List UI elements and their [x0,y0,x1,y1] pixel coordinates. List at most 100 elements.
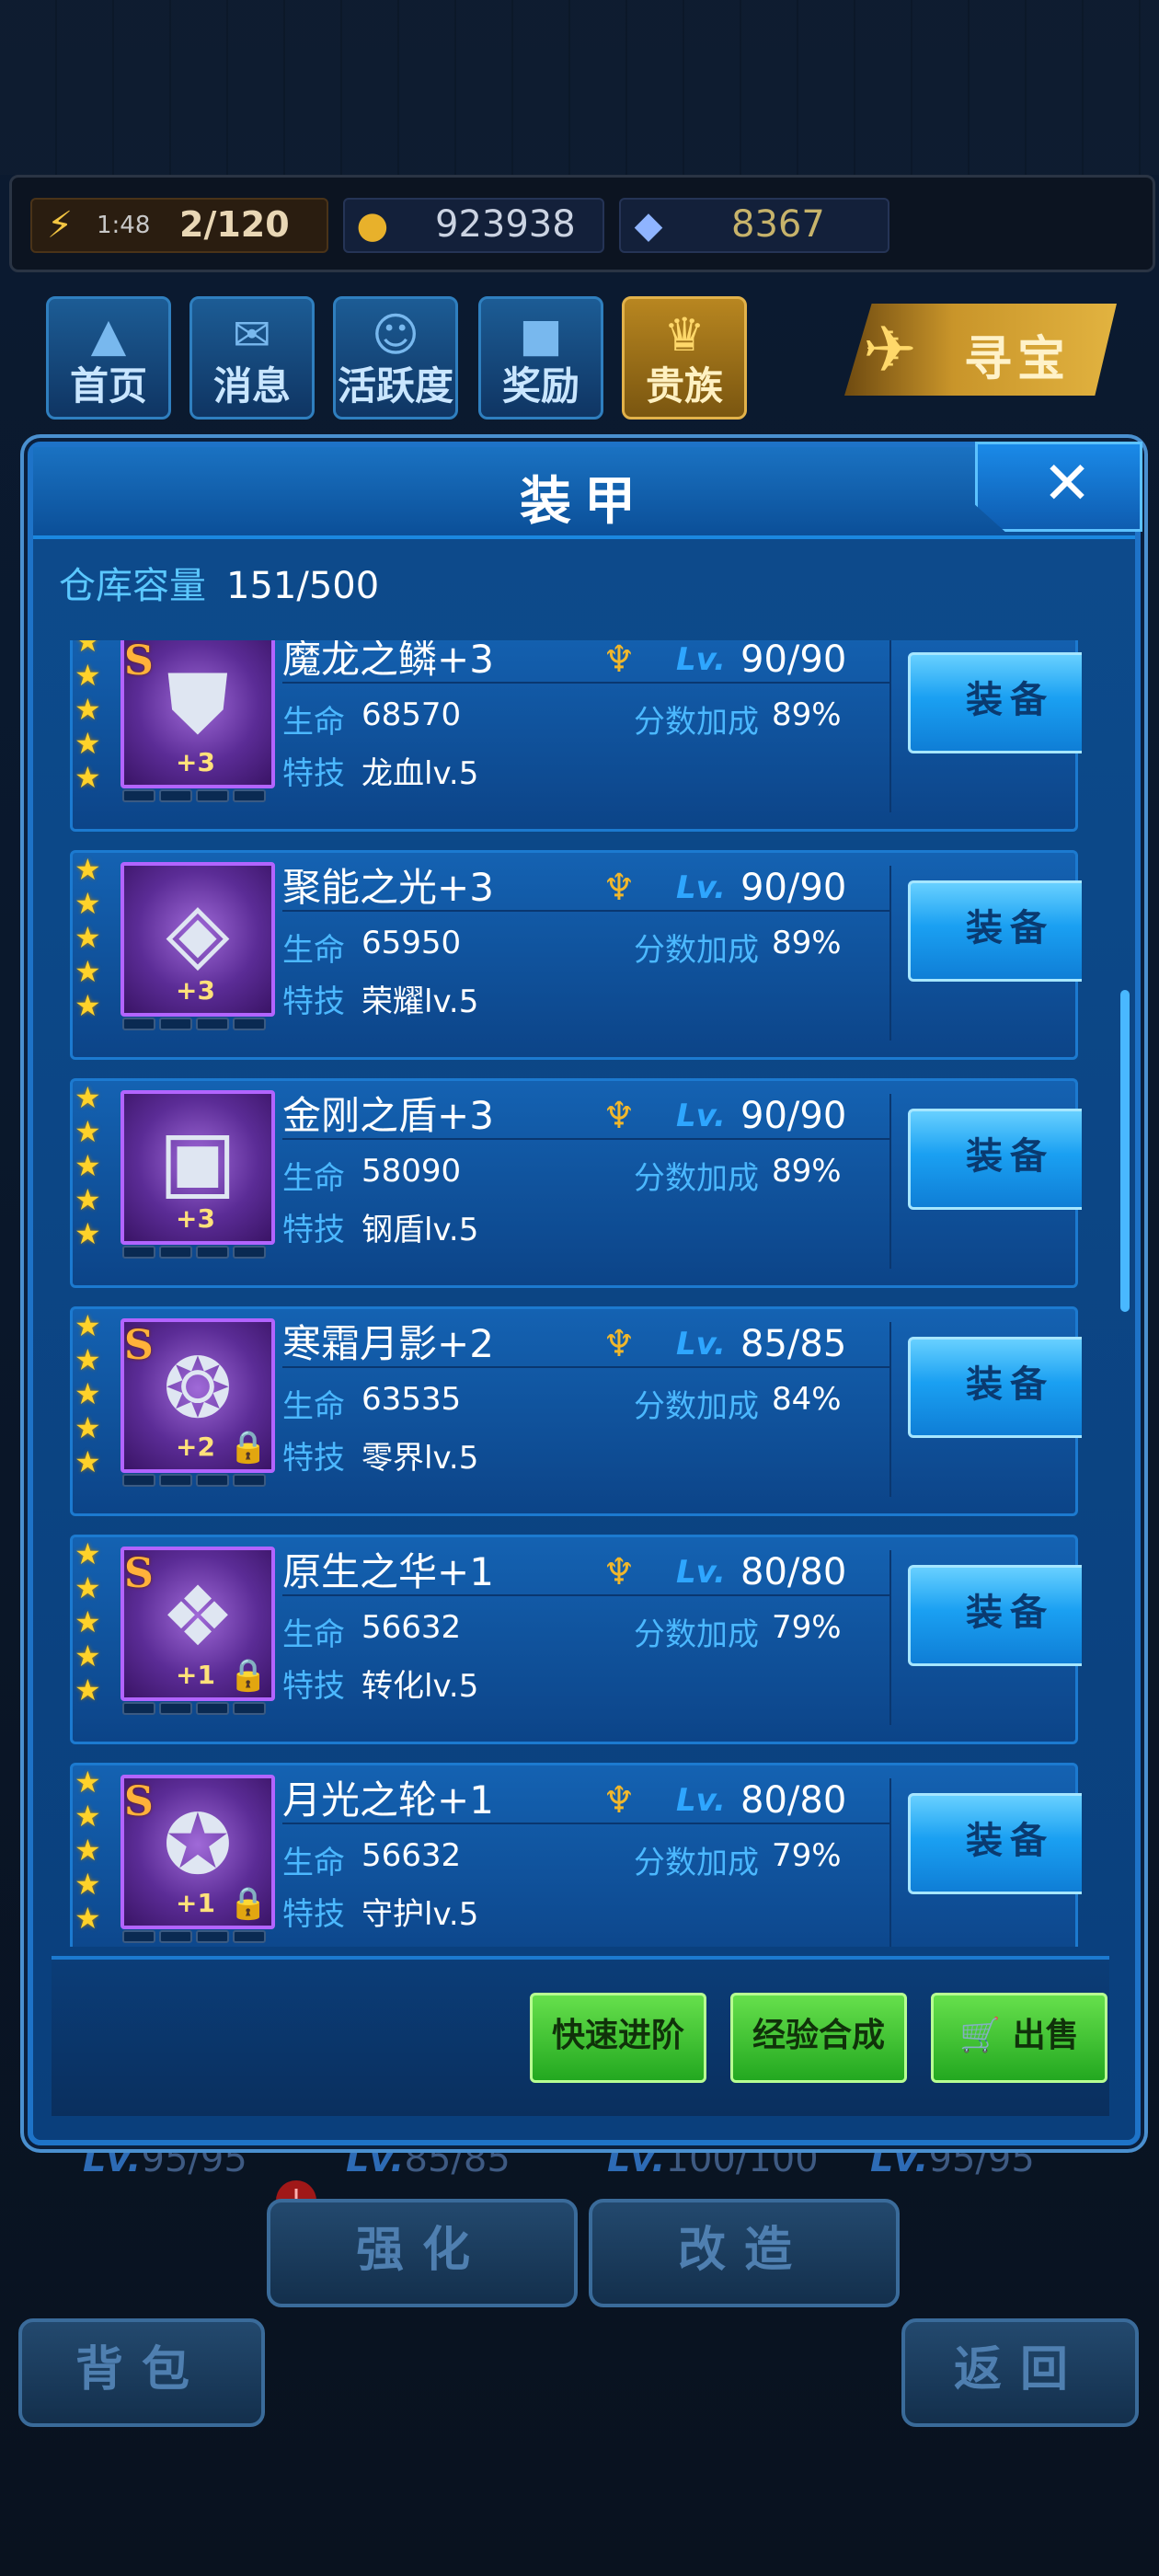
list-item[interactable]: ★ ★ ★ ★ ★ S ⛊ +3 魔龙之鳞+3 ♆ Lv. 90/90 生命 68570… [70,640,1082,832]
level-value: 80/80 [740,1551,847,1593]
wings-icon: ♆ [602,867,636,909]
modal-title: 装甲 [520,472,648,532]
skill-value: 守护lv.5 [361,1896,479,1933]
star-icon: ★ [75,1673,101,1708]
level-value: 90/90 [740,867,847,909]
hp-value: 68570 [361,696,462,733]
star-icon: ★ [75,692,101,727]
gem-resource[interactable]: ◆ 8367 [619,198,889,253]
scrollbar-thumb[interactable] [1120,990,1130,1312]
slot-indicators [122,1017,270,1031]
lock-icon[interactable]: 🔒 [229,1657,268,1694]
enhance-level: +1 [176,1888,215,1918]
armor-icon: ◈ [166,884,230,981]
nav-noble[interactable]: ♛ 贵族 [622,296,747,420]
sell-label: 出售 [1012,2017,1079,2054]
exp-synthesis-button[interactable]: 经验合成 [730,1993,907,2083]
modify-button[interactable]: 改造 [589,2199,900,2307]
close-button[interactable]: ✕ [975,442,1142,532]
equip-button[interactable]: 装备 [908,1793,1082,1894]
star-icon: ★ [75,1410,101,1445]
nav-messages[interactable]: ✉ 消息 [189,296,315,420]
list-item[interactable]: ★ ★ ★ ★ ★ S ✪ +1 🔒 月光之轮+1 ♆ Lv. 80/80 生命 566… [70,1763,1082,1947]
star-icon: ★ [75,852,101,887]
list-item[interactable]: ★ ★ ★ ★ ★ S ❂ +2 🔒 寒霜月影+2 ♆ Lv. 85/85 生命 635… [70,1306,1082,1516]
lightning-icon: ⚡ [46,204,74,247]
cart-icon: 🛒 [959,2017,1002,2054]
equip-button[interactable]: 装备 [908,1565,1082,1666]
armor-thumbnail[interactable]: ▣ +3 [120,1090,275,1245]
star-rating: ★ ★ ★ ★ ★ [75,853,111,1023]
item-name: 魔龙之鳞+3 [282,640,494,682]
star-icon: ★ [75,1536,101,1571]
equip-button[interactable]: 装备 [908,1337,1082,1438]
score-value: 84% [772,1381,842,1418]
energy-resource[interactable]: ⚡ 1:48 2/120 [30,198,328,253]
slot-indicators [122,1701,270,1716]
nav-rewards[interactable]: ■ 奖励 [478,296,603,420]
equip-button[interactable]: 装备 [908,880,1082,982]
enhance-button[interactable]: 强化 [267,2199,578,2307]
level-value: 85/85 [740,1323,847,1365]
armor-thumbnail[interactable]: S ❖ +1 🔒 [120,1547,275,1701]
diamond-icon: ◆ [634,204,663,247]
star-icon: ★ [75,1604,101,1639]
close-icon: ✕ [1042,450,1092,518]
armor-thumbnail[interactable]: ◈ +3 [120,862,275,1017]
star-icon: ★ [75,886,101,921]
star-icon: ★ [75,1308,101,1343]
back-button[interactable]: 返回 [901,2318,1139,2427]
star-rating: ★ ★ ★ ★ ★ [75,1765,111,1936]
star-icon: ★ [75,1182,101,1217]
skill-value: 龙血lv.5 [361,755,479,792]
capacity-label: 仓库容量 [59,565,206,607]
hp-label: 生命 [282,1388,345,1425]
lock-icon[interactable]: 🔒 [229,1885,268,1922]
star-icon: ★ [75,1080,101,1115]
score-value: 79% [772,1609,842,1646]
list-item[interactable]: ★ ★ ★ ★ ★ ◈ +3 聚能之光+3 ♆ Lv. 90/90 生命 65950 分… [70,850,1082,1060]
hp-label: 生命 [282,1845,345,1881]
armor-thumbnail[interactable]: S ✪ +1 🔒 [120,1775,275,1929]
sell-button[interactable]: 🛒 出售 [931,1993,1107,2083]
star-icon: ★ [75,1833,101,1868]
armor-thumbnail[interactable]: S ❂ +2 🔒 [120,1318,275,1473]
level-label: Lv. [676,1326,726,1363]
list-item[interactable]: ★ ★ ★ ★ ★ S ❖ +1 🔒 原生之华+1 ♆ Lv. 80/80 生命 566… [70,1535,1082,1744]
level-label: Lv. [676,641,726,678]
bag-button[interactable]: 背包 [18,2318,265,2427]
nav-home[interactable]: ▲ 首页 [46,296,171,420]
quick-advance-button[interactable]: 快速进阶 [530,1993,706,2083]
lock-icon[interactable]: 🔒 [229,1429,268,1466]
star-icon: ★ [75,1639,101,1673]
score-label: 分数加成 [634,1616,759,1653]
skill-label: 特技 [282,1896,345,1933]
gem-amount: 8367 [731,203,825,246]
equip-button[interactable]: 装备 [908,652,1082,753]
star-icon: ★ [75,1867,101,1902]
treasure-button[interactable]: ✈ 寻宝 [844,304,1117,396]
item-name: 金刚之盾+3 [282,1093,494,1138]
crown-icon: ♛ [663,308,706,362]
scrollbar[interactable] [1120,640,1130,1947]
star-rating: ★ ★ ★ ★ ★ [75,640,111,795]
equip-button[interactable]: 装备 [908,1109,1082,1210]
enhance-level: +2 [176,1432,215,1462]
star-icon: ★ [75,760,101,795]
hp-label: 生命 [282,1616,345,1653]
slot-indicators [122,788,270,803]
hp-label: 生命 [282,1160,345,1197]
armor-thumbnail[interactable]: S ⛊ +3 [120,640,275,788]
star-rating: ★ ★ ★ ★ ★ [75,1537,111,1708]
list-item[interactable]: ★ ★ ★ ★ ★ ▣ +3 金刚之盾+3 ♆ Lv. 90/90 生命 58090 分… [70,1078,1082,1288]
hp-value: 63535 [361,1381,462,1418]
star-rating: ★ ★ ★ ★ ★ [75,1309,111,1479]
score-value: 89% [772,925,842,961]
level-value: 90/90 [740,640,847,681]
gold-resource[interactable]: ● 923938 [343,198,604,253]
score-label: 分数加成 [634,704,759,741]
score-value: 89% [772,1153,842,1190]
nav-activity[interactable]: ☺ 活跃度 [333,296,458,420]
jet-icon: ✈ [863,312,917,387]
armor-list[interactable]: ★ ★ ★ ★ ★ S ⛊ +3 魔龙之鳞+3 ♆ Lv. 90/90 生命 68570… [52,640,1082,1947]
